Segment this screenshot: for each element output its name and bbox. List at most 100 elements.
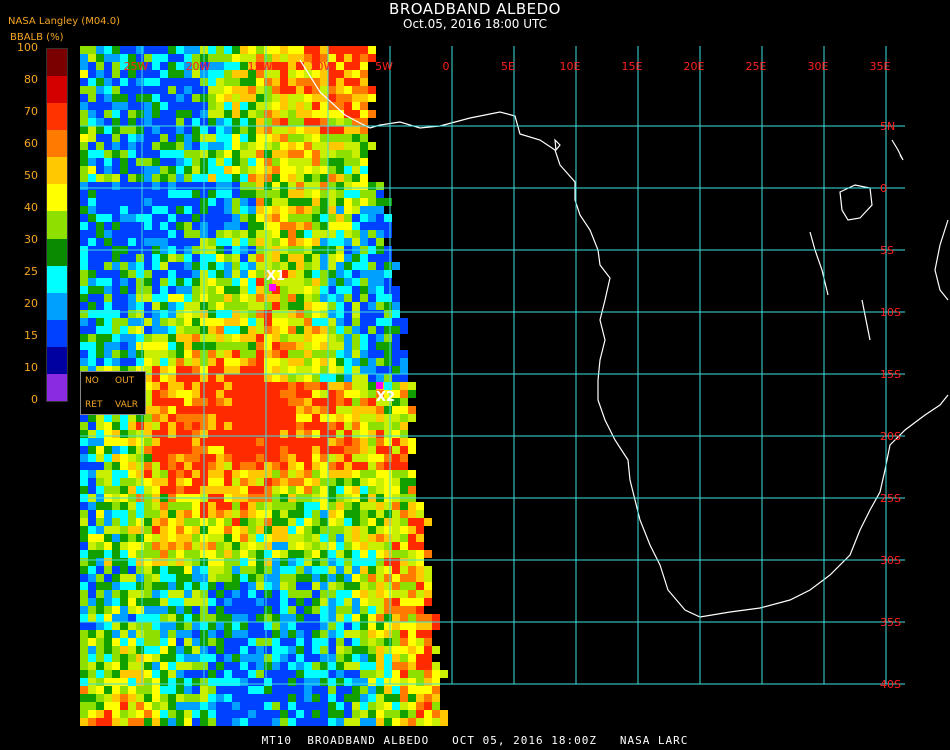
albedo-cell xyxy=(160,54,168,62)
albedo-cell xyxy=(288,694,296,702)
albedo-cell xyxy=(168,318,176,326)
albedo-cell xyxy=(128,294,136,302)
albedo-cell xyxy=(216,662,224,670)
albedo-cell xyxy=(280,374,288,382)
albedo-cell xyxy=(160,438,168,446)
albedo-cell xyxy=(280,174,288,182)
albedo-cell xyxy=(336,638,344,646)
albedo-cell xyxy=(248,270,256,278)
albedo-cell xyxy=(136,142,144,150)
albedo-cell xyxy=(144,198,152,206)
albedo-cell xyxy=(360,686,368,694)
albedo-cell xyxy=(320,422,328,430)
albedo-cell xyxy=(112,686,120,694)
albedo-cell xyxy=(152,150,160,158)
albedo-cell xyxy=(320,350,328,358)
albedo-cell xyxy=(296,182,304,190)
albedo-cell xyxy=(304,614,312,622)
albedo-cell xyxy=(360,702,368,710)
albedo-cell xyxy=(256,86,264,94)
albedo-cell xyxy=(296,454,304,462)
albedo-cell xyxy=(120,646,128,654)
albedo-cell xyxy=(160,702,168,710)
albedo-cell xyxy=(208,534,216,542)
albedo-cell xyxy=(312,198,320,206)
albedo-cell xyxy=(360,166,368,174)
albedo-cell xyxy=(256,654,264,662)
albedo-cell xyxy=(184,382,192,390)
albedo-cell xyxy=(400,398,408,406)
albedo-cell xyxy=(128,582,136,590)
albedo-cell xyxy=(96,318,104,326)
albedo-cell xyxy=(296,390,304,398)
albedo-cell xyxy=(368,110,376,118)
albedo-cell xyxy=(80,478,88,486)
albedo-cell xyxy=(376,254,384,262)
albedo-cell xyxy=(408,510,416,518)
albedo-cell xyxy=(168,694,176,702)
albedo-cell xyxy=(400,518,408,526)
albedo-cell xyxy=(352,254,360,262)
albedo-cell xyxy=(304,286,312,294)
albedo-cell xyxy=(248,150,256,158)
albedo-cell xyxy=(344,126,352,134)
albedo-cell xyxy=(232,382,240,390)
albedo-cell xyxy=(80,574,88,582)
albedo-cell xyxy=(264,454,272,462)
albedo-cell xyxy=(336,550,344,558)
albedo-cell xyxy=(320,646,328,654)
albedo-cell xyxy=(264,486,272,494)
albedo-cell xyxy=(80,54,88,62)
albedo-cell xyxy=(328,670,336,678)
albedo-cell xyxy=(320,582,328,590)
albedo-cell xyxy=(168,150,176,158)
albedo-cell xyxy=(352,182,360,190)
albedo-cell xyxy=(312,142,320,150)
albedo-cell xyxy=(240,334,248,342)
albedo-cell xyxy=(184,334,192,342)
albedo-cell xyxy=(144,278,152,286)
albedo-cell xyxy=(224,206,232,214)
albedo-cell xyxy=(376,190,384,198)
albedo-cell xyxy=(288,670,296,678)
albedo-cell xyxy=(384,686,392,694)
albedo-cell xyxy=(240,326,248,334)
albedo-cell xyxy=(128,422,136,430)
lake-victoria xyxy=(839,184,873,221)
albedo-cell xyxy=(176,662,184,670)
albedo-cell xyxy=(152,590,160,598)
albedo-cell xyxy=(264,238,272,246)
albedo-cell xyxy=(96,350,104,358)
albedo-cell xyxy=(120,166,128,174)
albedo-cell xyxy=(168,550,176,558)
albedo-cell xyxy=(328,398,336,406)
albedo-cell xyxy=(424,686,432,694)
albedo-cell xyxy=(168,254,176,262)
albedo-cell xyxy=(328,302,336,310)
albedo-cell xyxy=(400,414,408,422)
albedo-cell xyxy=(240,46,248,54)
albedo-cell xyxy=(368,686,376,694)
albedo-cell xyxy=(248,654,256,662)
albedo-cell xyxy=(288,334,296,342)
albedo-cell xyxy=(344,686,352,694)
albedo-cell xyxy=(184,662,192,670)
albedo-cell xyxy=(192,182,200,190)
albedo-cell xyxy=(112,662,120,670)
albedo-cell xyxy=(112,310,120,318)
albedo-cell xyxy=(296,334,304,342)
albedo-cell xyxy=(304,350,312,358)
footer-caption: MT10 BROADBAND ALBEDO OCT 05, 2016 18:00… xyxy=(261,734,689,747)
albedo-cell xyxy=(288,302,296,310)
albedo-cell xyxy=(176,302,184,310)
albedo-cell xyxy=(328,110,336,118)
albedo-cell xyxy=(96,590,104,598)
albedo-cell xyxy=(112,254,120,262)
albedo-cell xyxy=(216,142,224,150)
albedo-cell xyxy=(176,566,184,574)
albedo-cell xyxy=(128,206,136,214)
albedo-cell xyxy=(400,390,408,398)
albedo-cell xyxy=(376,238,384,246)
albedo-cell xyxy=(408,622,416,630)
albedo-cell xyxy=(336,526,344,534)
